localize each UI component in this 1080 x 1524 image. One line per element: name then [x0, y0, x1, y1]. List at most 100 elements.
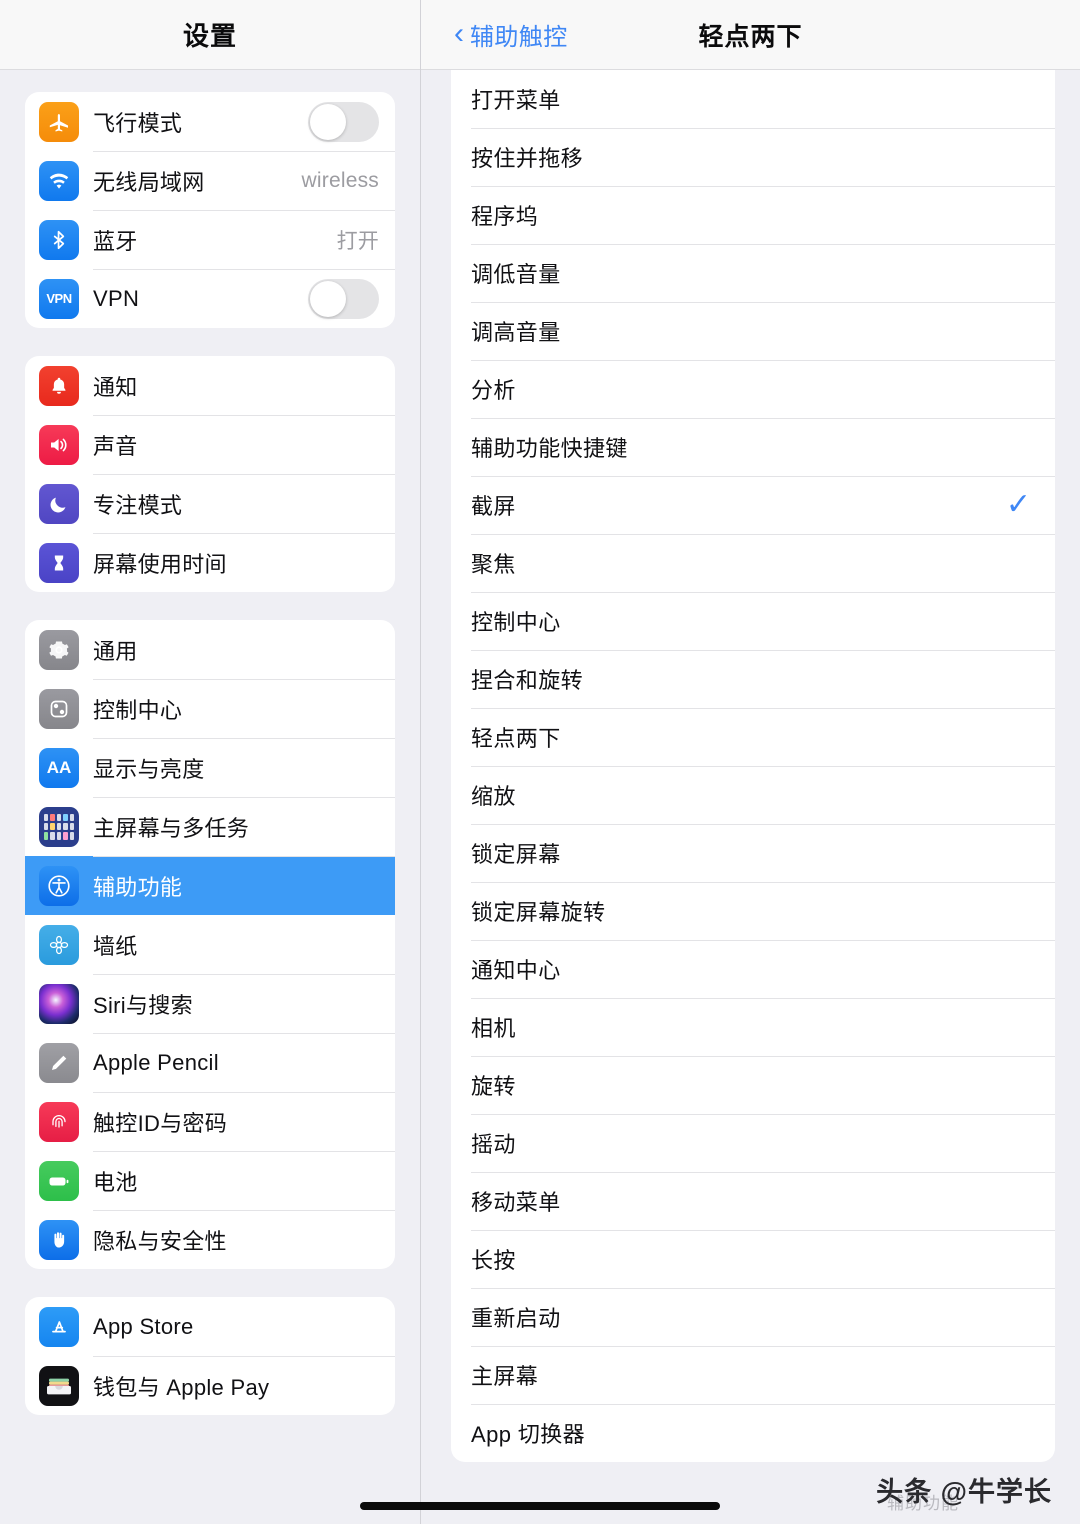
option-label: 轻点两下	[471, 726, 561, 751]
bluetooth-icon	[39, 219, 79, 260]
option-label: 锁定屏幕旋转	[471, 900, 606, 925]
option-row[interactable]: 旋转	[451, 1056, 1055, 1114]
sidebar-item-touch-id[interactable]: 触控ID与密码	[25, 1092, 395, 1151]
sidebar-group-connectivity: 飞行模式 无线局域网 wireless 蓝牙 打开 VPN VPN	[25, 92, 395, 328]
option-row[interactable]: 摇动	[451, 1114, 1055, 1172]
hand-icon	[39, 1219, 79, 1260]
sidebar-item-home-screen[interactable]: 主屏幕与多任务	[25, 797, 395, 856]
hourglass-icon	[39, 542, 79, 583]
option-label: 捏合和旋转	[471, 668, 584, 693]
sidebar-item-battery[interactable]: 电池	[25, 1151, 395, 1210]
sidebar-item-focus[interactable]: 专注模式	[25, 474, 395, 533]
detail-pane: ‹ 辅助触控 轻点两下 打开菜单按住并拖移 程序坞调低音量调高音量分析辅助功能快捷…	[421, 0, 1080, 1524]
option-row[interactable]: 按住并拖移	[451, 128, 1055, 186]
watermark: 头条 @牛学长	[876, 1477, 1052, 1507]
option-label: 缩放	[471, 784, 516, 809]
sidebar-item-wallet-apple-pay[interactable]: 钱包与 Apple Pay	[25, 1356, 395, 1415]
option-label: 聚焦	[471, 552, 516, 577]
airplane-mode-toggle[interactable]	[308, 101, 379, 142]
sidebar-item-bluetooth[interactable]: 蓝牙 打开	[25, 210, 395, 269]
settings-app: 设置 飞行模式 无线局域网 wireless 蓝牙 打开 VPN VPN 通知 …	[0, 0, 1080, 1524]
sidebar-item-notifications[interactable]: 通知	[25, 356, 395, 415]
sidebar-item-sounds[interactable]: 声音	[25, 415, 395, 474]
home-grid-cells	[44, 813, 74, 840]
option-row[interactable]: 相机	[451, 998, 1055, 1056]
option-row[interactable]: 缩放	[451, 766, 1055, 824]
option-label: 重新启动	[471, 1306, 561, 1331]
sidebar-item-label: 通用	[93, 638, 138, 664]
sidebar-item-label: 辅助功能	[93, 874, 183, 900]
sliders-icon	[39, 688, 79, 729]
option-row[interactable]: 锁定屏幕	[451, 824, 1055, 882]
option-label: 通知中心	[471, 958, 561, 983]
sidebar-item-label: 蓝牙	[93, 228, 138, 254]
option-label: 相机	[471, 1016, 516, 1041]
pencil-icon	[39, 1042, 79, 1083]
speaker-icon	[39, 424, 79, 465]
option-label: 旋转	[471, 1074, 516, 1099]
sidebar-group-alerts: 通知 声音 专注模式 屏幕使用时间	[25, 356, 395, 592]
sidebar-item-wallpaper[interactable]: 墙纸	[25, 915, 395, 974]
option-row[interactable]: 截屏 ✓	[451, 476, 1055, 534]
option-label: 分析	[471, 378, 516, 403]
option-row[interactable]: 长按	[451, 1230, 1055, 1288]
siri-icon	[39, 983, 79, 1024]
option-label: 调低音量	[471, 262, 561, 287]
sidebar-item-apple-pencil[interactable]: Apple Pencil	[25, 1033, 395, 1092]
option-label: 控制中心	[471, 610, 561, 635]
sidebar-item-label: 屏幕使用时间	[93, 551, 227, 577]
aa-glyph: AA	[46, 758, 72, 777]
sidebar-item-control-center[interactable]: 控制中心	[25, 679, 395, 738]
sidebar-scroll-area[interactable]: 飞行模式 无线局域网 wireless 蓝牙 打开 VPN VPN 通知 声音 …	[0, 70, 420, 1524]
sidebar-item-label: 隐私与安全性	[93, 1228, 227, 1254]
vpn-toggle[interactable]	[308, 278, 379, 319]
vpn-glyph: VPN	[46, 291, 72, 306]
option-row[interactable]: 重新启动	[451, 1288, 1055, 1346]
battery-icon	[39, 1160, 79, 1201]
option-label: 打开菜单	[471, 88, 561, 113]
option-row[interactable]: 聚焦	[451, 534, 1055, 592]
sidebar-item-label: 飞行模式	[93, 110, 183, 136]
sidebar-item-display-brightness[interactable]: AA 显示与亮度	[25, 738, 395, 797]
sidebar-item-airplane-mode[interactable]: 飞行模式	[25, 92, 395, 151]
option-row[interactable]: 控制中心	[451, 592, 1055, 650]
sidebar-item-label: App Store	[93, 1313, 194, 1339]
back-button-label: 辅助触控	[470, 24, 568, 51]
option-row[interactable]: 打开菜单	[451, 70, 1055, 128]
sidebar-item-siri-search[interactable]: Siri与搜索	[25, 974, 395, 1033]
option-row[interactable]: 分析	[451, 360, 1055, 418]
option-row[interactable]: 程序坞	[451, 186, 1055, 244]
fingerprint-icon	[39, 1101, 79, 1142]
sidebar-item-label: 无线局域网	[93, 169, 205, 195]
sidebar-item-label: Siri与搜索	[93, 992, 193, 1018]
option-row[interactable]: 轻点两下	[451, 708, 1055, 766]
sidebar-header: 设置	[0, 0, 420, 70]
option-row[interactable]: 辅助功能快捷键	[451, 418, 1055, 476]
sidebar-item-label: 触控ID与密码	[93, 1110, 228, 1136]
wallet-icon	[39, 1365, 79, 1406]
option-row[interactable]: 主屏幕	[451, 1346, 1055, 1404]
sidebar-item-app-store[interactable]: App Store	[25, 1297, 395, 1356]
option-row[interactable]: 通知中心	[451, 940, 1055, 998]
sidebar-item-label: VPN	[93, 285, 140, 311]
gear-icon	[39, 629, 79, 670]
sidebar-item-general[interactable]: 通用	[25, 620, 395, 679]
sidebar-item-label: 专注模式	[93, 492, 183, 518]
toggle-knob	[310, 280, 346, 317]
sidebar-item-vpn[interactable]: VPN VPN	[25, 269, 395, 328]
option-row[interactable]: App 切换器	[451, 1404, 1055, 1462]
option-row[interactable]: 调高音量	[451, 302, 1055, 360]
back-button[interactable]: ‹ 辅助触控	[454, 17, 568, 52]
sidebar-item-wifi[interactable]: 无线局域网 wireless	[25, 151, 395, 210]
option-row[interactable]: 锁定屏幕旋转	[451, 882, 1055, 940]
home-indicator[interactable]	[360, 1502, 720, 1510]
sidebar-item-screen-time[interactable]: 屏幕使用时间	[25, 533, 395, 592]
option-label: 移动菜单	[471, 1190, 561, 1215]
chevron-left-icon: ‹	[454, 16, 464, 50]
option-row[interactable]: 移动菜单	[451, 1172, 1055, 1230]
option-row[interactable]: 调低音量	[451, 244, 1055, 302]
detail-scroll-area[interactable]: 打开菜单按住并拖移 程序坞调低音量调高音量分析辅助功能快捷键 截屏 ✓ 聚焦控制中心捏合…	[421, 70, 1080, 1524]
option-row[interactable]: 捏合和旋转	[451, 650, 1055, 708]
sidebar-item-accessibility[interactable]: 辅助功能	[25, 856, 395, 915]
sidebar-item-privacy-security[interactable]: 隐私与安全性	[25, 1210, 395, 1269]
